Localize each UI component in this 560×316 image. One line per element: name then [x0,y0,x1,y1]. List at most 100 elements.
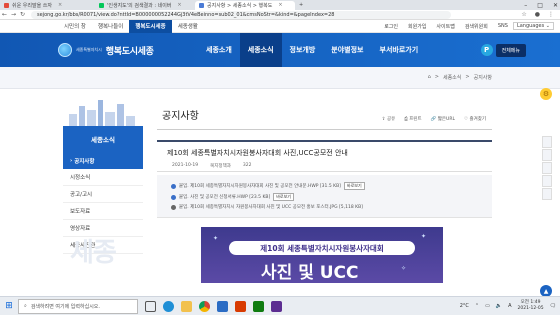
chevron-up-icon[interactable]: ⌃ [475,303,479,309]
minimize-icon[interactable]: – [524,2,527,9]
windows-taskbar: ⊞ ⌕ 검색하려면 여기에 입력하십시오. 2°C ⌃ ▭ 🔈 A 오전 1:4… [0,296,560,315]
maximize-icon[interactable]: □ [537,2,543,9]
edge-icon[interactable] [163,300,174,312]
quick-menu-item[interactable] [542,175,552,187]
sparkle-icon: ✦ [213,235,219,242]
signup-link[interactable]: 회원가입 [403,20,431,33]
browser-tab[interactable]: 쉬운 우리말을 쓰자 × [0,1,95,10]
browser-tab[interactable]: '인생지도'의 검색결과 : 네이버 × [95,1,195,10]
close-icon[interactable]: × [58,2,62,8]
taskbar-search[interactable]: ⌕ 검색하려면 여기에 입력하십시오. [18,298,138,314]
network-icon[interactable]: ▭ [485,303,490,309]
attachments-box: 붙임. 제10회 세종특별자치시자원봉사자대회 사진 및 공모전 안내문.HWP… [157,175,492,218]
login-link[interactable]: 로그인 [379,20,403,33]
breadcrumb-item[interactable]: 세종소식 [443,74,461,81]
short-url-button[interactable]: 🔗 짧은URL [431,116,455,122]
gnb-item[interactable]: 세종소개 [198,33,240,67]
file-explorer-icon[interactable] [181,300,192,312]
all-menu-button[interactable]: 전체메뉴 [495,43,526,57]
app-icon[interactable] [235,300,246,312]
sidebar-watermark: 세종 [70,238,117,268]
reload-icon[interactable]: ↻ [18,11,27,18]
new-tab-button[interactable]: + [295,1,307,10]
preview-button[interactable]: 바로보기 [273,193,294,201]
profile-icon[interactable]: ● [535,11,540,18]
quick-menu-item[interactable] [542,149,552,161]
sidebar-item-announcements[interactable]: 공고/고시 [63,186,143,203]
gnb-item[interactable]: 부서바로가기 [372,33,427,67]
app-icon[interactable] [271,300,282,312]
all-menu-area: P 전체메뉴 [480,43,526,57]
breadcrumb-separator: > [465,74,470,80]
share-button[interactable]: ⇪ 공유 [382,116,395,122]
tab-title: '인생지도'의 검색결과 : 네이버 [107,2,172,9]
gnb-item-active[interactable]: 세종소식 [239,33,282,67]
back-icon[interactable]: ← [0,11,9,18]
breadcrumb-bar: ⌂ > 세종소식 > 공지사항 [0,67,560,89]
chrome-icon[interactable] [199,300,210,312]
sidebar-item-label: 공지사항 [74,158,95,165]
volume-icon[interactable]: 🔈 [496,303,502,309]
browser-tab-active[interactable]: 공지사항 > 세종소식 > 행복도 × [195,0,295,10]
sparkle-icon: ✧ [401,265,407,272]
weather-text[interactable]: 2°C [460,303,469,309]
file-icon [171,194,176,200]
close-icon[interactable]: × [177,2,181,8]
gnb-item[interactable]: 분야별정보 [323,33,371,67]
language-select[interactable]: Languages ⌄ [512,22,554,30]
ime-indicator[interactable]: A [508,303,511,309]
attachment-item[interactable]: 붙임. 제10회 세종특별자치시자원봉사자대회 사진 및 공모전 안내문.HWP… [171,182,365,190]
app-icon[interactable] [253,300,264,312]
close-icon[interactable]: × [278,2,282,8]
site-link[interactable]: 세종생활 [172,20,204,33]
quick-menu-item[interactable] [542,162,552,174]
sidebar-item-notice[interactable]: › 공지사항 [63,152,143,169]
main-navigation: 세종소개 세종소식 정보개방 분야별정보 부서바로가기 [198,33,426,67]
site-link[interactable]: 시민의 창 [58,20,92,33]
city-skyline-illustration [63,96,143,126]
poster-band: 제10회 세종특별자치시자원봉사자대회 [229,241,415,255]
site-header: 세종특별자치시 행복도시세종 세종소개 세종소식 정보개방 분야별정보 부서바로… [0,33,560,67]
mail-icon[interactable] [217,300,228,312]
windows-start-icon[interactable]: ⊞ [0,297,18,316]
attachment-name[interactable]: 붙임. 사진 및 공모전 신청서류.HWP [23.5 KB] [179,194,270,200]
logo-mark-icon [58,43,72,57]
site-link-active[interactable]: 행복도시세종 [129,19,172,33]
star-icon[interactable]: ☆ [521,11,526,18]
site-logo[interactable]: 세종특별자치시 행복도시세종 [58,43,188,57]
divider [157,129,492,130]
page-title: 공지사항 [162,111,199,122]
quick-menu-item[interactable] [542,188,552,200]
forward-icon[interactable]: → [9,11,18,18]
gnb-item[interactable]: 정보개방 [282,33,324,67]
sidebar-item-city-news[interactable]: 시정소식 [63,169,143,186]
print-button[interactable]: ⎙ 프린트 [404,116,421,122]
attachment-name[interactable]: 붙임. 제10회 세종특별자치시자원봉사자대회 사진 및 공모전 안내문.HWP… [179,183,341,189]
search-committee-link[interactable]: 검색위원회 [460,20,493,33]
sidebar-item-label: 영상자료 [70,226,91,232]
p-icon[interactable]: P [480,44,493,56]
attachment-item[interactable]: 붙임. 제10회 세종특별자치시 자원봉사자대회 사진 및 UCC 공모전 홍보… [171,204,363,210]
preview-button[interactable]: 바로보기 [343,182,365,190]
quick-menu-item[interactable] [542,136,552,148]
sidebar-item-label: 시정소식 [70,175,91,181]
bookmark-button[interactable]: ♡ 즐겨찾기 [464,116,486,122]
site-link[interactable]: 행복나들이 [92,20,129,33]
settings-gear-icon[interactable]: ⚙ [540,88,552,100]
close-window-icon[interactable]: ✕ [553,2,558,9]
home-icon[interactable]: ⌂ [428,74,431,81]
task-view-icon[interactable] [145,300,156,312]
breadcrumb-item[interactable]: 공지사항 [474,74,492,81]
notification-icon[interactable]: 🗨 [550,303,556,309]
clock[interactable]: 오전 1:49 2021-12-05 [517,300,543,312]
sns-link[interactable]: SNS [493,20,513,33]
sitemap-link[interactable]: 사이트맵 [431,20,459,33]
sidebar-item-press[interactable]: 보도자료 [63,203,143,220]
search-icon: ⌕ [24,303,27,309]
attachment-item[interactable]: 붙임. 사진 및 공모전 신청서류.HWP [23.5 KB] 바로보기 [171,193,294,201]
post-meta: 2021-10-19 복지정책과 322 [172,163,251,169]
attachment-name[interactable]: 붙임. 제10회 세종특별자치시 자원봉사자대회 사진 및 UCC 공모전 홍보… [179,204,363,210]
browser-tab-bar: 쉬운 우리말을 쓰자 × '인생지도'의 검색결과 : 네이버 × 공지사항 >… [0,0,560,10]
menu-dots-icon[interactable]: ⋮ [548,11,554,18]
url-field[interactable]: sejong.go.kr/bbs/R0071/view.do?nttId=B00… [31,10,451,19]
